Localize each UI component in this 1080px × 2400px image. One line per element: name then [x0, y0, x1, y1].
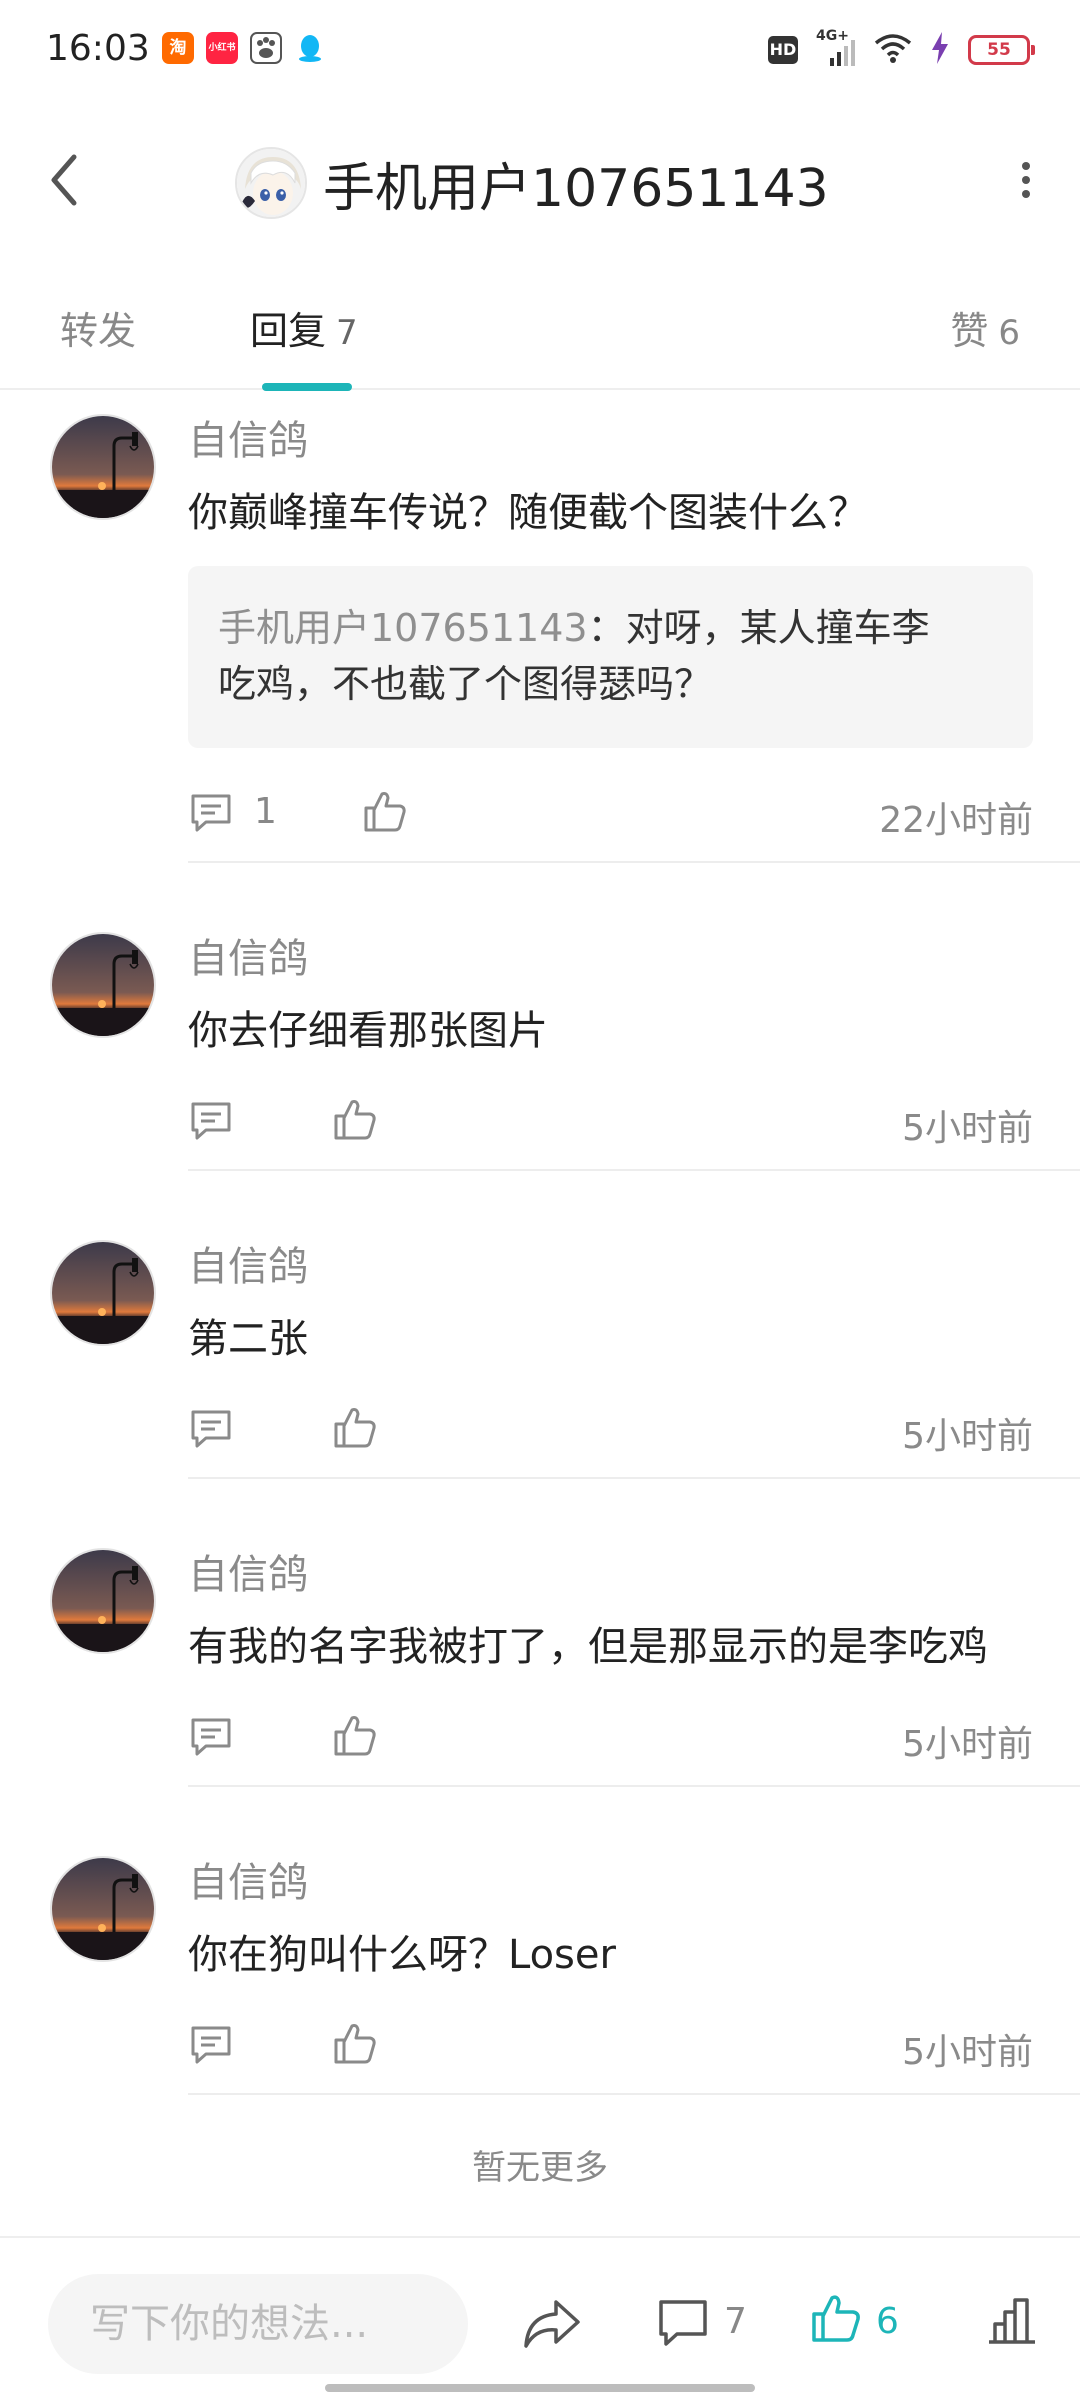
comment-time: 5小时前: [902, 1108, 1033, 1149]
taobao-icon: 淘: [162, 32, 194, 64]
thumbs-up-icon[interactable]: [330, 1710, 380, 1760]
reply-icon[interactable]: [188, 1714, 234, 1760]
tab-label: 赞: [950, 309, 989, 353]
share-icon[interactable]: [520, 2296, 582, 2352]
tab-label: 回复: [250, 309, 327, 353]
thumbs-up-icon[interactable]: [330, 2018, 380, 2068]
comment-time: 5小时前: [902, 1416, 1033, 1457]
comment-text: 你去仔细看那张图片: [188, 1008, 548, 1054]
comment-author[interactable]: 自信鸽: [188, 408, 308, 466]
reply-icon[interactable]: [188, 2022, 234, 2068]
status-bar: 16:03 淘 小红书 HD 4G+ 55: [0, 0, 1080, 100]
divider: [188, 1169, 1080, 1171]
status-indicators: HD 4G+ 55: [768, 28, 1035, 70]
qq-icon: [294, 32, 326, 64]
reply-icon[interactable]: [188, 1406, 234, 1452]
signal-icon: 4G+: [816, 28, 856, 68]
xiaohongshu-icon: 小红书: [206, 32, 238, 64]
comment-text: 你在狗叫什么呀？Loser: [188, 1932, 616, 1978]
tab-bar: 转发 回复 7 赞6: [0, 280, 1080, 391]
comment-text: 第二张: [188, 1316, 308, 1362]
avatar[interactable]: [50, 932, 156, 1038]
page-title-group[interactable]: 手机用户107651143: [235, 145, 829, 221]
comment-text: 你巅峰撞车传说？随便截个图装什么？: [188, 490, 868, 536]
quoted-text-line-2: 吃鸡，不也截了个图得瑟吗？: [218, 662, 713, 706]
avatar[interactable]: [50, 1548, 156, 1654]
hd-icon: HD: [768, 36, 798, 64]
bar-chart-icon[interactable]: [985, 2294, 1039, 2348]
avatar[interactable]: [235, 147, 307, 219]
divider: [188, 1785, 1080, 1787]
thumbs-up-icon[interactable]: [360, 786, 410, 836]
more-vertical-icon[interactable]: [1006, 150, 1046, 210]
comment-input[interactable]: [48, 2274, 468, 2374]
bottom-action-bar: 7 6: [0, 2236, 1080, 2400]
thumbs-up-icon[interactable]: [330, 1402, 380, 1452]
thumbs-up-icon[interactable]: [808, 2290, 864, 2346]
end-of-list-note: 暂无更多: [472, 2148, 608, 2188]
comment-time: 22小时前: [879, 800, 1033, 841]
divider: [188, 1477, 1080, 1479]
chevron-left-icon[interactable]: [40, 145, 90, 215]
divider: [188, 861, 1080, 863]
comment-icon[interactable]: [655, 2296, 711, 2350]
quoted-reply[interactable]: 手机用户107651143：对呀，某人撞车李 吃鸡，不也截了个图得瑟吗？: [188, 566, 1033, 748]
page-title: 手机用户107651143: [323, 158, 829, 219]
home-indicator[interactable]: [325, 2384, 755, 2392]
reply-count: 1: [254, 791, 277, 832]
status-time: 16:03: [46, 28, 150, 69]
comment-author[interactable]: 自信鸽: [188, 1234, 308, 1292]
comment-actions: 5小时前: [188, 1094, 1033, 1154]
tab-label: 转发: [60, 309, 137, 353]
like-count: 6: [876, 2301, 899, 2342]
comment-text: 有我的名字我被打了，但是那显示的是李吃鸡: [188, 1624, 988, 1670]
baidu-icon: [250, 32, 282, 64]
battery-icon: 55: [968, 35, 1035, 65]
avatar[interactable]: [50, 414, 156, 520]
avatar[interactable]: [50, 1240, 156, 1346]
comment-time: 5小时前: [902, 1724, 1033, 1765]
tab-likes[interactable]: 赞6: [950, 300, 1020, 355]
tab-count: 6: [998, 313, 1020, 353]
comment-author[interactable]: 自信鸽: [188, 1542, 308, 1600]
reply-icon[interactable]: [188, 1098, 234, 1144]
thumbs-up-icon[interactable]: [330, 1094, 380, 1144]
quoted-author[interactable]: 手机用户107651143: [218, 606, 588, 650]
reply-icon[interactable]: [188, 790, 234, 836]
quoted-separator: ：: [587, 606, 626, 650]
divider: [188, 2093, 1080, 2095]
quoted-text-line-1: 对呀，某人撞车李: [625, 606, 930, 650]
active-tab-indicator: [262, 383, 352, 391]
comment-time: 5小时前: [902, 2032, 1033, 2073]
comment-actions: 1 22小时前: [188, 786, 1033, 846]
comment-actions: 5小时前: [188, 2018, 1033, 2078]
charging-icon: [930, 32, 950, 68]
tab-forward[interactable]: 转发: [60, 300, 136, 355]
comment-actions: 5小时前: [188, 1710, 1033, 1770]
comment-author[interactable]: 自信鸽: [188, 926, 308, 984]
comment-author[interactable]: 自信鸽: [188, 1850, 308, 1908]
avatar[interactable]: [50, 1856, 156, 1962]
tab-replies[interactable]: 回复 7: [250, 300, 358, 355]
tab-count: 7: [336, 313, 358, 353]
comment-actions: 5小时前: [188, 1402, 1033, 1462]
comment-count: 7: [724, 2301, 747, 2342]
top-app-bar: 手机用户107651143: [0, 100, 1080, 265]
wifi-icon: [874, 33, 912, 67]
